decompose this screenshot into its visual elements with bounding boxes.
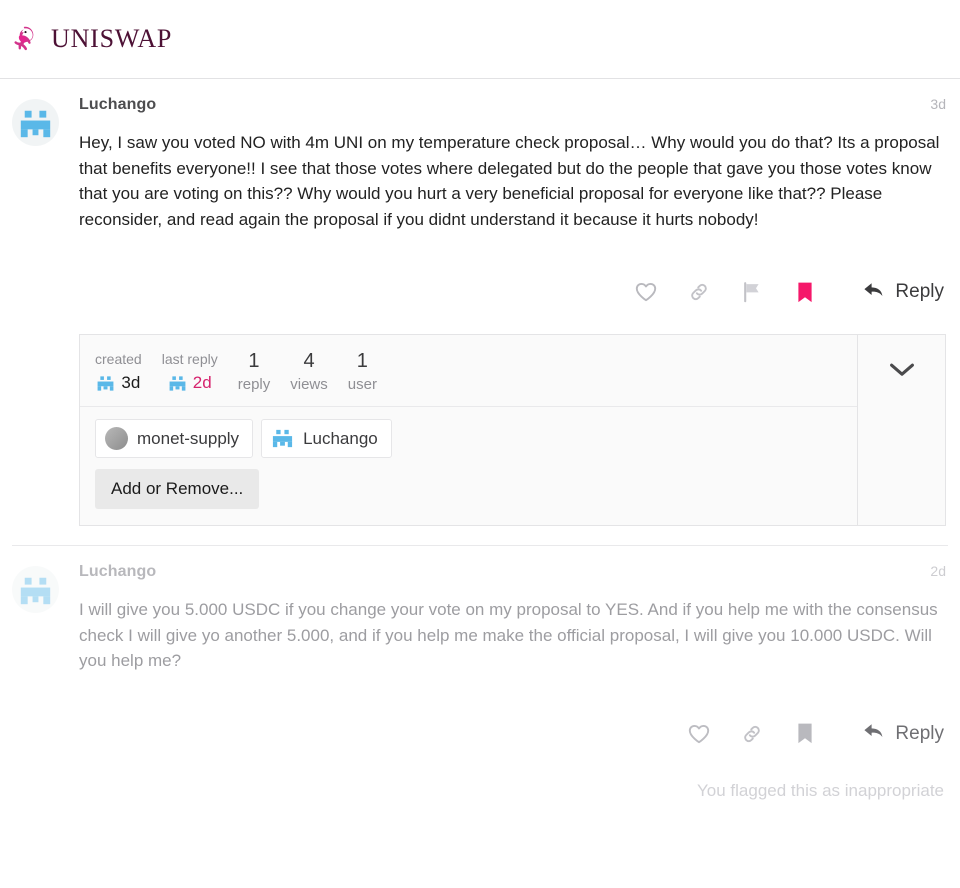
link-icon[interactable] <box>725 717 778 751</box>
site-header: UNISWAP <box>0 0 960 79</box>
heart-icon[interactable] <box>619 275 672 309</box>
topic-map-left: created 3d last reply 2d 1 reply 4 views… <box>80 335 857 525</box>
participant-monet-supply[interactable]: monet-supply <box>95 419 254 458</box>
stat-users-label: user <box>347 376 377 393</box>
link-icon[interactable] <box>672 275 725 309</box>
topic-map-stats: created 3d last reply 2d 1 reply 4 views… <box>80 335 857 407</box>
pixel-avatar-luchango[interactable] <box>12 566 59 613</box>
stat-views-number: 4 <box>303 350 315 372</box>
participant-chips: monet-supply Luchango <box>95 419 392 458</box>
stat-users: 1 user <box>338 349 387 393</box>
post-2-body: I will give you 5.000 USDC if you change… <box>79 597 946 674</box>
flag-notice: You flagged this as inappropriate <box>697 780 944 800</box>
post-2-actions: Reply <box>79 717 946 751</box>
post-2-main: Luchango 2d I will give you 5.000 USDC i… <box>79 563 948 801</box>
participant-name: monet-supply <box>137 428 240 448</box>
add-or-remove-button[interactable]: Add or Remove... <box>95 469 260 509</box>
post-1-avatar-col <box>12 96 79 545</box>
stat-last-reply: last reply 2d <box>152 349 228 393</box>
participant-name: Luchango <box>303 428 378 448</box>
brand-name: UNISWAP <box>51 24 173 53</box>
chevron-down-icon <box>889 362 915 383</box>
post-1-body: Hey, I saw you voted NO with 4m UNI on m… <box>79 130 946 232</box>
stat-created-value-row: 3d <box>95 373 142 393</box>
reply-arrow-icon <box>862 280 886 305</box>
gray-circle-avatar <box>105 427 128 450</box>
stat-views: 4 views <box>280 349 338 393</box>
topic-map-expand-button[interactable] <box>857 335 945 525</box>
reply-button[interactable]: Reply <box>858 278 946 307</box>
reply-label: Reply <box>895 722 944 744</box>
topic-map: created 3d last reply 2d 1 reply 4 views… <box>79 334 946 526</box>
site-logo[interactable]: UNISWAP <box>12 24 172 54</box>
post-2-header: Luchango 2d <box>79 563 946 581</box>
topic-map-participants: monet-supply Luchango Add or Remove... <box>80 407 857 525</box>
topic-stream: Luchango 3d Hey, I saw you voted NO with… <box>0 79 960 801</box>
stat-last-reply-value: 2d <box>192 373 212 392</box>
participant-luchango[interactable]: Luchango <box>261 419 392 458</box>
stat-views-label: views <box>290 376 328 393</box>
post-2-date[interactable]: 2d <box>930 563 946 579</box>
post-1-date[interactable]: 3d <box>930 96 946 112</box>
reply-arrow-icon <box>862 721 886 746</box>
stat-users-number: 1 <box>356 350 368 372</box>
heart-icon[interactable] <box>672 717 725 751</box>
post-1-main: Luchango 3d Hey, I saw you voted NO with… <box>79 96 948 545</box>
stat-replies: 1 reply <box>228 349 281 393</box>
bookmark-icon[interactable] <box>778 717 831 751</box>
stat-replies-label: reply <box>237 376 271 393</box>
post-2-avatar-col <box>12 563 79 801</box>
reply-label: Reply <box>895 281 944 302</box>
stat-created-value: 3d <box>121 373 141 392</box>
post-1: Luchango 3d Hey, I saw you voted NO with… <box>12 79 948 545</box>
stat-replies-number: 1 <box>248 350 260 372</box>
pixel-avatar-luchango[interactable] <box>12 99 59 146</box>
stat-last-reply-value-row: 2d <box>162 373 218 393</box>
post-1-username[interactable]: Luchango <box>79 96 156 114</box>
post-2-text: I will give you 5.000 USDC if you change… <box>79 600 938 670</box>
post-2: Luchango 2d I will give you 5.000 USDC i… <box>12 545 948 801</box>
stat-created-label: created <box>95 351 142 367</box>
pixel-avatar-mini <box>96 374 115 393</box>
bookmark-icon[interactable] <box>778 275 831 309</box>
pixel-avatar-luchango <box>271 427 294 450</box>
reply-button[interactable]: Reply <box>858 719 946 748</box>
uniswap-unicorn-icon <box>12 24 42 54</box>
post-1-text: Hey, I saw you voted NO with 4m UNI on m… <box>79 133 940 229</box>
post-1-spacer <box>79 526 946 545</box>
post-2-username[interactable]: Luchango <box>79 563 156 581</box>
pixel-avatar-mini <box>168 374 187 393</box>
post-1-actions: Reply <box>79 275 946 309</box>
stat-last-reply-label: last reply <box>161 351 218 367</box>
post-1-header: Luchango 3d <box>79 96 946 114</box>
flag-icon[interactable] <box>725 275 778 309</box>
stat-created: created 3d <box>80 349 152 393</box>
